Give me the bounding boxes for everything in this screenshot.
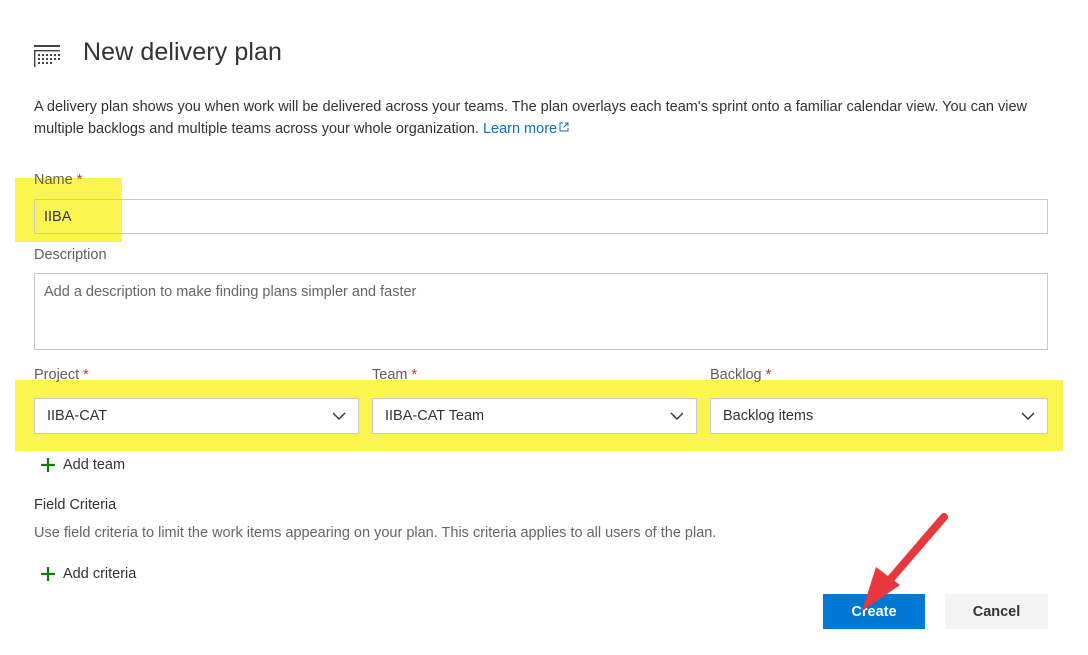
external-link-icon bbox=[559, 122, 569, 132]
name-input[interactable]: IIBA bbox=[34, 199, 1048, 234]
team-label: Team * bbox=[372, 367, 417, 383]
field-criteria-title: Field Criteria bbox=[34, 497, 117, 513]
project-label-text: Project bbox=[34, 367, 80, 383]
learn-more-link[interactable]: Learn more bbox=[483, 121, 569, 137]
chevron-down-icon bbox=[332, 412, 346, 420]
team-required-marker: * bbox=[411, 367, 418, 383]
project-dropdown[interactable]: IIBA-CAT bbox=[34, 398, 359, 434]
create-button[interactable]: Create bbox=[823, 594, 925, 629]
team-dropdown[interactable]: IIBA-CAT Team bbox=[372, 398, 697, 434]
add-team-label: Add team bbox=[63, 457, 126, 473]
add-criteria-button[interactable]: Add criteria bbox=[41, 566, 136, 582]
page-description: A delivery plan shows you when work will… bbox=[34, 96, 1074, 140]
field-criteria-description: Use field criteria to limit the work ite… bbox=[34, 525, 717, 541]
description-placeholder: Add a description to make finding plans … bbox=[44, 284, 417, 300]
delivery-plan-icon bbox=[34, 45, 60, 67]
description-textarea[interactable]: Add a description to make finding plans … bbox=[34, 273, 1048, 350]
team-label-text: Team bbox=[372, 367, 408, 383]
project-required-marker: * bbox=[83, 367, 89, 383]
name-input-value: IIBA bbox=[44, 208, 72, 225]
backlog-dropdown[interactable]: Backlog items bbox=[710, 398, 1048, 434]
team-dropdown-value: IIBA-CAT Team bbox=[385, 408, 485, 424]
backlog-label-text: Backlog bbox=[710, 367, 762, 383]
plus-icon bbox=[41, 458, 55, 472]
backlog-required-marker: * bbox=[765, 367, 772, 383]
backlog-dropdown-value: Backlog items bbox=[723, 408, 814, 424]
name-label-text: Name bbox=[34, 172, 73, 188]
name-required-marker: * bbox=[76, 172, 83, 188]
backlog-label: Backlog * bbox=[710, 367, 771, 383]
plus-icon bbox=[41, 567, 55, 581]
project-label: Project * bbox=[34, 367, 89, 383]
description-label: Description bbox=[34, 247, 107, 263]
project-dropdown-value: IIBA-CAT bbox=[47, 408, 108, 424]
name-label: Name * bbox=[34, 172, 82, 188]
learn-more-label: Learn more bbox=[482, 121, 558, 137]
add-team-button[interactable]: Add team bbox=[41, 457, 125, 473]
chevron-down-icon bbox=[670, 412, 684, 420]
cancel-button[interactable]: Cancel bbox=[945, 594, 1048, 629]
add-criteria-label: Add criteria bbox=[63, 566, 137, 582]
chevron-down-icon bbox=[1021, 412, 1035, 420]
page-title: New delivery plan bbox=[83, 38, 283, 66]
